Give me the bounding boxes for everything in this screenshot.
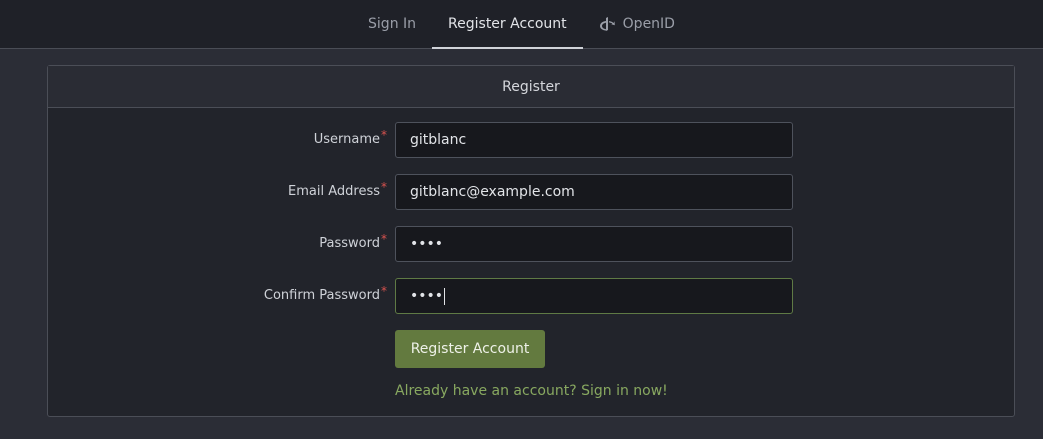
confirm-password-row: Confirm Password * •••• <box>48 278 1014 316</box>
tab-openid-label: OpenID <box>622 16 675 32</box>
email-row: Email Address * gitblanc@example.com <box>48 174 1014 212</box>
password-row: Password * •••• <box>48 226 1014 264</box>
username-label: Username * <box>313 128 387 147</box>
auth-tabs: Sign In Register Account OpenID <box>0 0 1043 49</box>
register-card: Register Username * gitblanc Email Addre… <box>47 65 1015 417</box>
tab-sign-in-label: Sign In <box>368 16 417 32</box>
top-navigation: Sign In Register Account OpenID <box>0 0 1043 49</box>
password-value: •••• <box>410 236 444 252</box>
required-marker: * <box>381 180 387 194</box>
confirm-password-label: Confirm Password * <box>263 284 387 303</box>
username-input[interactable]: gitblanc <box>395 122 793 158</box>
required-marker: * <box>381 284 387 298</box>
confirm-password-label-text: Confirm Password <box>263 288 380 303</box>
password-input[interactable]: •••• <box>395 226 793 262</box>
password-label: Password * <box>319 232 387 251</box>
username-label-text: Username <box>313 132 380 147</box>
tab-register-account[interactable]: Register Account <box>432 0 583 49</box>
password-label-text: Password <box>319 236 380 251</box>
tab-register-account-label: Register Account <box>448 16 567 32</box>
email-input[interactable]: gitblanc@example.com <box>395 174 793 210</box>
required-marker: * <box>381 128 387 142</box>
required-marker: * <box>381 232 387 246</box>
tab-openid[interactable]: OpenID <box>583 0 691 48</box>
email-value: gitblanc@example.com <box>410 184 575 200</box>
username-value: gitblanc <box>410 132 467 148</box>
card-title: Register <box>502 78 560 95</box>
email-label-text: Email Address <box>288 184 380 199</box>
confirm-password-value: •••• <box>410 288 444 304</box>
openid-icon <box>599 16 615 32</box>
tab-sign-in[interactable]: Sign In <box>352 0 432 48</box>
username-row: Username * gitblanc <box>48 122 1014 160</box>
text-cursor <box>444 287 446 305</box>
sign-in-link[interactable]: Already have an account? Sign in now! <box>395 383 668 399</box>
register-account-button[interactable]: Register Account <box>395 330 545 368</box>
card-header: Register <box>48 66 1014 108</box>
confirm-password-input[interactable]: •••• <box>395 278 793 314</box>
email-label: Email Address * <box>288 180 387 199</box>
register-account-button-label: Register Account <box>410 341 530 357</box>
